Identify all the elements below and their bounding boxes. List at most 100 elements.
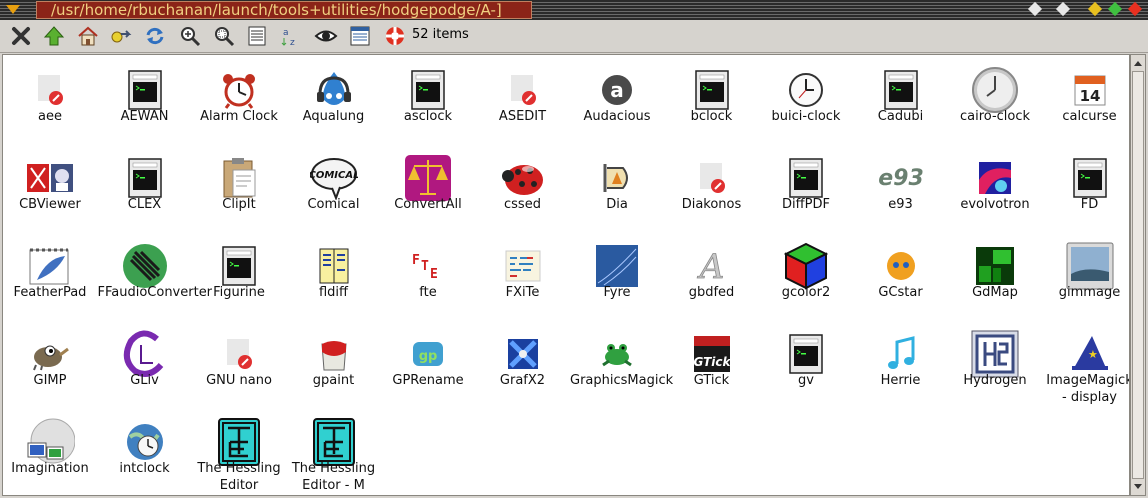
file-item[interactable]: fldiff [287, 231, 381, 319]
file-item[interactable]: GraphicsMagick [570, 319, 674, 407]
file-item-label: Hydrogen [963, 373, 1027, 388]
close-icon[interactable] [9, 24, 33, 48]
file-item[interactable]: buici-clock [759, 55, 853, 143]
file-item[interactable]: GdMap [948, 231, 1042, 319]
file-item[interactable]: Dia [570, 143, 664, 231]
file-item[interactable]: asclock [381, 55, 475, 143]
file-item-label: ClipIt [222, 197, 256, 212]
file-item-label: asclock [403, 109, 453, 124]
file-icon-view[interactable]: aee AEWAN Alarm Clock Aqualung asclock ASEDIT… [2, 54, 1130, 496]
svg-text:★: ★ [1088, 348, 1098, 361]
file-item[interactable]: gv [759, 319, 853, 407]
file-item-label: GNU nano [206, 373, 272, 388]
file-item-label: The Hessling Editor - M [291, 461, 376, 493]
file-item[interactable]: CBViewer [3, 143, 97, 231]
svg-text:a: a [283, 28, 289, 38]
home-icon[interactable] [76, 24, 100, 48]
file-item-label: DiffPDF [782, 197, 830, 212]
file-item[interactable]: ConvertAll [381, 143, 475, 231]
sort-az-icon[interactable]: az [279, 24, 303, 48]
file-item-label: GrafX2 [499, 373, 546, 388]
file-item-label: AEWAN [120, 109, 169, 124]
svg-text:COMICAL: COMICAL [310, 170, 358, 181]
file-item[interactable]: GCstar [854, 231, 948, 319]
file-item-label: Audacious [583, 109, 651, 124]
file-item[interactable]: Cadubi [854, 55, 948, 143]
file-item[interactable]: Agbdfed [665, 231, 759, 319]
file-item[interactable]: ClipIt [192, 143, 286, 231]
file-item[interactable]: FXiTe [476, 231, 570, 319]
file-item[interactable]: GLiv [98, 319, 192, 407]
zoom-fit-icon[interactable] [212, 24, 236, 48]
vertical-scrollbar[interactable] [1130, 54, 1146, 496]
refresh-icon[interactable] [143, 24, 167, 48]
file-item[interactable]: gimmage [1043, 231, 1130, 319]
file-item-label: GTick [693, 373, 730, 388]
file-item[interactable]: Alarm Clock [192, 55, 286, 143]
file-item[interactable]: gp GPRename [381, 319, 475, 407]
file-item[interactable]: intclock [98, 407, 192, 495]
file-item[interactable]: GIMP [3, 319, 97, 407]
file-item[interactable]: Diakonos [665, 143, 759, 231]
file-item-label: GPRename [392, 373, 464, 388]
file-item[interactable]: FFaudioConverter [98, 231, 212, 319]
file-item-label: Comical [307, 197, 360, 212]
file-item-label: calcurse [1062, 109, 1117, 124]
file-item[interactable]: GTick GTick [665, 319, 759, 407]
file-item[interactable]: e93 e93 [854, 143, 948, 231]
file-item[interactable]: Herrie [854, 319, 948, 407]
file-item[interactable]: The Hessling Editor - M [287, 407, 381, 495]
file-item[interactable]: FeatherPad [3, 231, 97, 319]
file-item[interactable]: GrafX2 [476, 319, 570, 407]
item-count: 52 items [412, 27, 469, 42]
file-item[interactable]: gcolor2 [759, 231, 853, 319]
file-item[interactable]: 14 calcurse [1043, 55, 1130, 143]
scrollbar-thumb[interactable] [1132, 71, 1144, 479]
file-item[interactable]: COMICAL Comical [287, 143, 381, 231]
file-item-label: fte [419, 285, 437, 300]
file-item-label: Cadubi [877, 109, 924, 124]
detailed-view-icon[interactable] [245, 24, 269, 48]
title-box[interactable]: /usr/home/rbuchanan/launch/tools+utiliti… [36, 1, 532, 19]
file-item[interactable]: a Audacious [570, 55, 664, 143]
file-item-label: ImageMagick - display [1046, 373, 1130, 405]
file-item[interactable]: Fyre [570, 231, 664, 319]
file-item[interactable]: F T Efte [381, 231, 475, 319]
file-item-label: Fyre [603, 285, 631, 300]
scroll-down-icon[interactable] [1134, 484, 1142, 489]
file-item-label: gbdfed [688, 285, 735, 300]
file-item[interactable]: Hydrogen [948, 319, 1042, 407]
file-item[interactable]: Figurine [192, 231, 286, 319]
file-item[interactable]: CLEX [98, 143, 192, 231]
file-item[interactable]: Aqualung [287, 55, 381, 143]
file-item-label: GraphicsMagick [570, 373, 674, 388]
file-item[interactable]: gpaint [287, 319, 381, 407]
list-view-icon[interactable] [348, 24, 372, 48]
file-item[interactable]: cairo-clock [948, 55, 1042, 143]
svg-text:gp: gp [419, 349, 438, 364]
file-item[interactable]: The Hessling Editor [192, 407, 286, 495]
scroll-up-icon[interactable] [1134, 61, 1142, 66]
svg-text:A: A [696, 247, 724, 286]
svg-text:e93: e93 [878, 166, 924, 191]
file-item[interactable]: FD [1043, 143, 1130, 231]
file-item[interactable]: ★ ImageMagick - display [1043, 319, 1130, 407]
file-item-label: Aqualung [302, 109, 365, 124]
file-item[interactable]: DiffPDF [759, 143, 853, 231]
go-forward-icon[interactable] [109, 24, 133, 48]
file-item[interactable]: GNU nano [192, 319, 286, 407]
file-item[interactable]: AEWAN [98, 55, 192, 143]
file-item[interactable]: Imagination [3, 407, 97, 495]
file-item[interactable]: aee [3, 55, 97, 143]
file-item[interactable]: bclock [665, 55, 759, 143]
window-menu-icon[interactable] [6, 5, 20, 14]
file-item[interactable]: ASEDIT [476, 55, 570, 143]
file-item-label: GdMap [972, 285, 1018, 300]
file-item[interactable]: cssed [476, 143, 570, 231]
zoom-in-icon[interactable] [178, 24, 202, 48]
svg-text:T: T [421, 259, 429, 274]
help-lifebuoy-icon[interactable] [383, 24, 407, 48]
show-hidden-eye-icon[interactable] [314, 24, 338, 48]
up-arrow-icon[interactable] [42, 24, 66, 48]
file-item[interactable]: evolvotron [948, 143, 1042, 231]
